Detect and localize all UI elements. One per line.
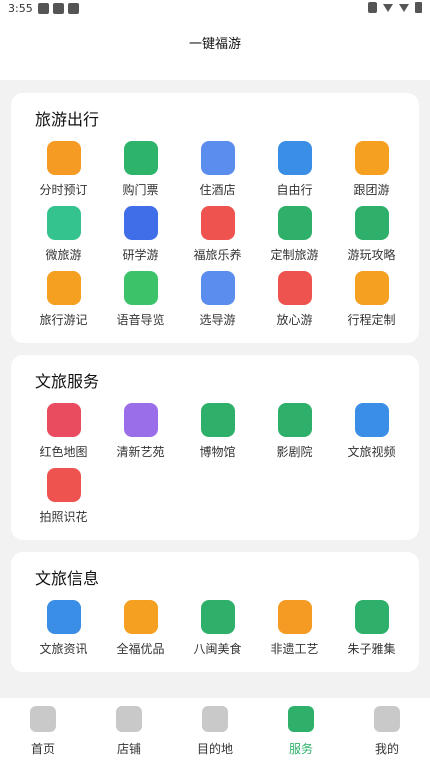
service-item-theater[interactable]: 影剧院 — [256, 403, 333, 468]
service-item-news[interactable]: 文旅资讯 — [25, 600, 102, 665]
tab-home[interactable]: 首页 — [0, 698, 86, 766]
tab-services[interactable]: 服务 — [258, 698, 344, 766]
graduation-cap-icon — [123, 206, 158, 240]
service-item-wellness[interactable]: 福旅乐养 — [179, 206, 256, 271]
service-item-custom-tour[interactable]: 定制旅游 — [256, 206, 333, 271]
service-item-audio-guide[interactable]: 语音导览 — [102, 271, 179, 336]
service-item-red-map[interactable]: 红色地图 — [25, 403, 102, 468]
service-item-choose-guide[interactable]: 选导游 — [179, 271, 256, 336]
section-title: 旅游出行 — [35, 110, 100, 129]
section-travel: 旅游出行 分时预订 购门票 住酒店 自由行 跟团游 微旅游 研学游 福旅乐养 定… — [11, 93, 419, 343]
news-icon — [46, 600, 81, 634]
home-icon — [30, 706, 56, 732]
app-header: 一键福游 — [0, 18, 430, 80]
vibrate-icon — [368, 2, 377, 13]
tab-destination[interactable]: 目的地 — [172, 698, 258, 766]
section-culture-info: 文旅信息 文旅资讯 全福优品 八闽美食 非遗工艺 朱子雅集 — [11, 552, 419, 672]
notification-icon — [53, 3, 64, 14]
notification-icon — [68, 3, 79, 14]
service-item-study-tour[interactable]: 研学游 — [102, 206, 179, 271]
hotel-icon — [200, 141, 235, 175]
mountain-icon — [46, 206, 81, 240]
shopping-bag-icon — [123, 600, 158, 634]
profile-icon — [374, 706, 400, 732]
store-icon — [116, 706, 142, 732]
service-item-products[interactable]: 全福优品 — [102, 600, 179, 665]
lotus-icon — [200, 206, 235, 240]
service-item-museum[interactable]: 博物馆 — [179, 403, 256, 468]
service-item-food[interactable]: 八闽美食 — [179, 600, 256, 665]
status-right — [368, 2, 422, 13]
guide-person-icon — [200, 271, 235, 305]
clock-icon — [46, 141, 81, 175]
status-bar: 3:55 — [0, 0, 430, 18]
section-grid: 文旅资讯 全福优品 八闽美食 非遗工艺 朱子雅集 — [25, 600, 430, 665]
service-item-travelogue[interactable]: 旅行游记 — [25, 271, 102, 336]
ruler-icon — [277, 206, 312, 240]
service-item-guide[interactable]: 游玩攻略 — [333, 206, 410, 271]
service-item-crafts[interactable]: 非遗工艺 — [256, 600, 333, 665]
bottom-tab-bar: 首页 店铺 目的地 服务 我的 — [0, 698, 430, 766]
map-icon — [46, 271, 81, 305]
star-icon — [46, 403, 81, 437]
chat-flag-icon — [354, 271, 389, 305]
section-grid: 红色地图 清新艺苑 博物馆 影剧院 文旅视频 拍照识花 — [25, 403, 430, 533]
section-title: 文旅信息 — [35, 569, 100, 588]
ticket-icon — [123, 141, 158, 175]
clapper-icon — [354, 403, 389, 437]
bowl-icon — [200, 600, 235, 634]
service-item-art-garden[interactable]: 清新艺苑 — [102, 403, 179, 468]
service-item-itinerary[interactable]: 行程定制 — [333, 271, 410, 336]
speaker-icon — [123, 271, 158, 305]
service-item-video[interactable]: 文旅视频 — [333, 403, 410, 468]
guidebook-icon — [354, 206, 389, 240]
service-item-flower-id[interactable]: 拍照识花 — [25, 468, 102, 533]
section-culture-services: 文旅服务 红色地图 清新艺苑 博物馆 影剧院 文旅视频 拍照识花 — [11, 355, 419, 540]
section-title: 文旅服务 — [35, 372, 100, 391]
scan-flower-icon — [46, 468, 81, 502]
tab-store[interactable]: 店铺 — [86, 698, 172, 766]
service-item-free-travel[interactable]: 自由行 — [256, 141, 333, 206]
notification-icons — [38, 3, 79, 14]
services-icon — [288, 706, 314, 732]
signal-icon — [399, 3, 409, 12]
notification-icon — [38, 3, 49, 14]
luggage-icon — [277, 141, 312, 175]
section-grid: 分时预订 购门票 住酒店 自由行 跟团游 微旅游 研学游 福旅乐养 定制旅游 游… — [25, 141, 430, 336]
museum-icon — [200, 403, 235, 437]
heart-icon — [277, 271, 312, 305]
service-item-safe-travel[interactable]: 放心游 — [256, 271, 333, 336]
service-item-timed-booking[interactable]: 分时预订 — [25, 141, 102, 206]
flag-icon — [354, 141, 389, 175]
service-item-micro-travel[interactable]: 微旅游 — [25, 206, 102, 271]
book-icon — [354, 600, 389, 634]
battery-icon — [415, 2, 422, 13]
destination-icon — [202, 706, 228, 732]
wifi-icon — [383, 3, 393, 12]
service-item-group-tour[interactable]: 跟团游 — [333, 141, 410, 206]
fan-icon — [277, 600, 312, 634]
service-item-hotel[interactable]: 住酒店 — [179, 141, 256, 206]
status-time: 3:55 — [8, 2, 33, 15]
service-item-zhuzi[interactable]: 朱子雅集 — [333, 600, 410, 665]
service-item-buy-ticket[interactable]: 购门票 — [102, 141, 179, 206]
page-title: 一键福游 — [188, 37, 241, 52]
portrait-icon — [123, 403, 158, 437]
tab-profile[interactable]: 我的 — [344, 698, 430, 766]
camera-icon — [277, 403, 312, 437]
